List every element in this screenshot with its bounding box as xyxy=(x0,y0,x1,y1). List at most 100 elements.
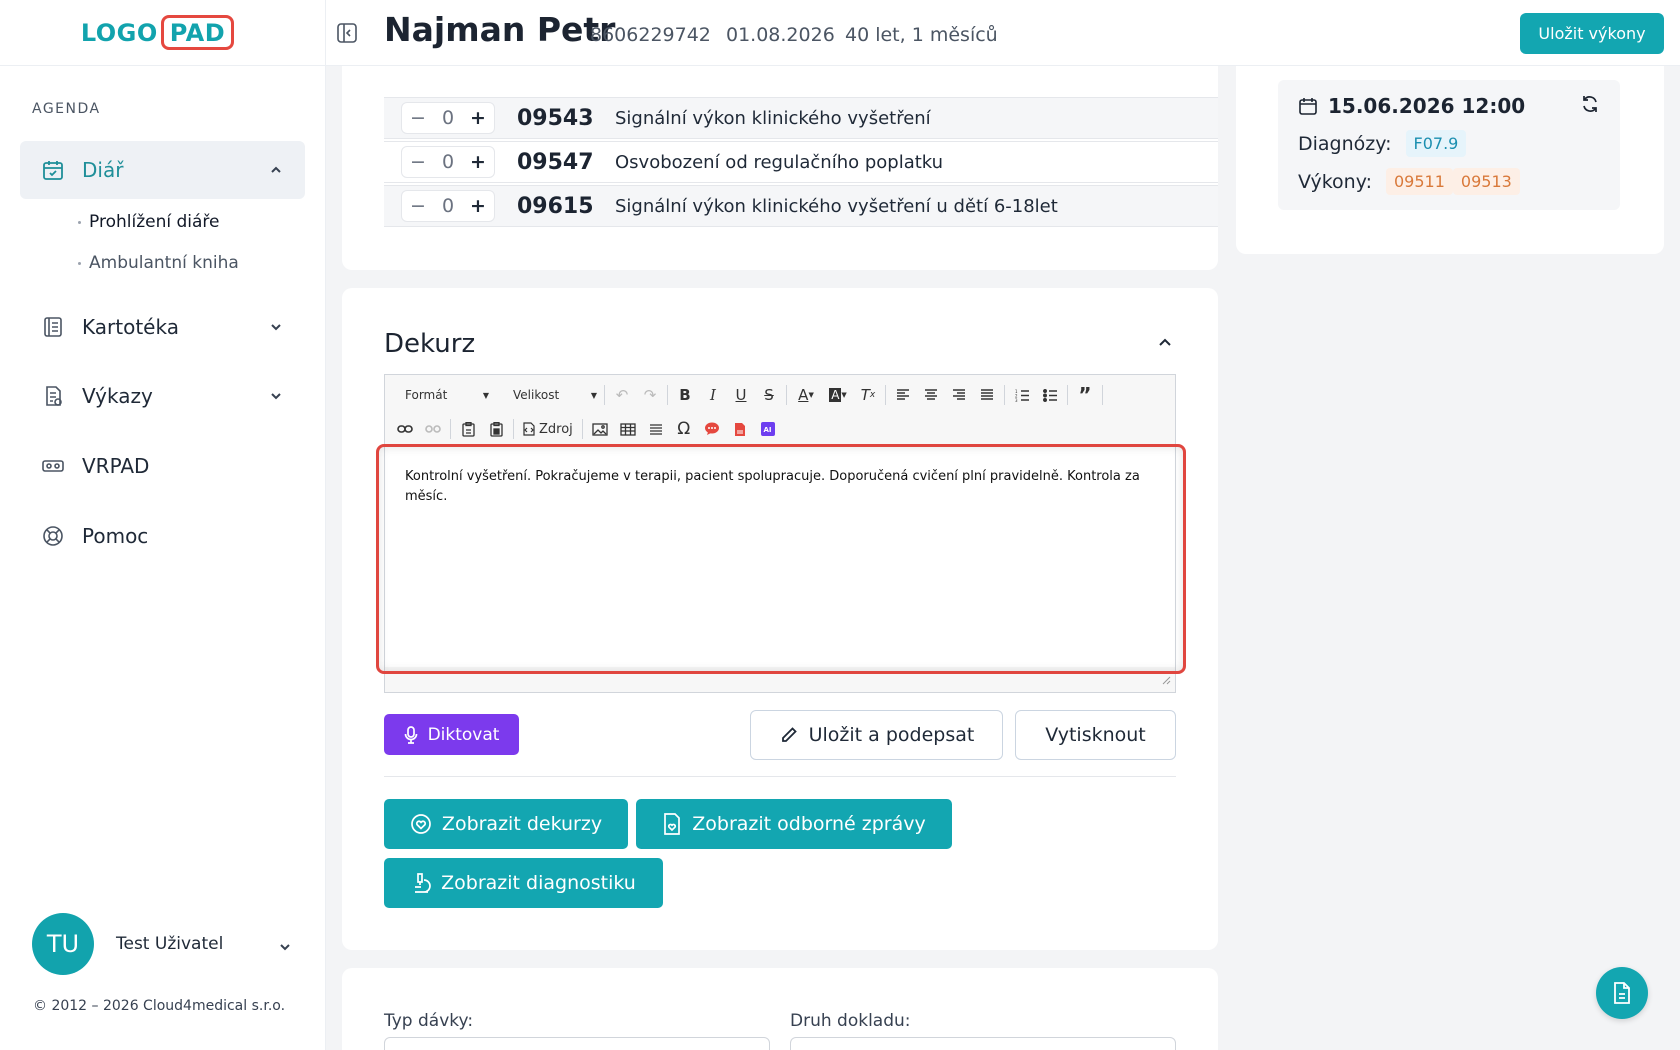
logo-text-right: PAD xyxy=(160,15,235,50)
align-left-icon[interactable] xyxy=(889,382,917,408)
redo-icon[interactable]: ↷ xyxy=(636,382,664,408)
underline-icon[interactable]: U xyxy=(727,382,755,408)
decrement-button[interactable]: − xyxy=(410,107,426,129)
sidebar-item-kartoteka[interactable]: Kartotéka xyxy=(20,298,305,356)
dictate-button[interactable]: Diktovat xyxy=(384,714,519,755)
decrement-button[interactable]: − xyxy=(410,151,426,173)
show-diagnostics-label: Zobrazit diagnostiku xyxy=(441,872,636,894)
report-icon xyxy=(40,383,66,409)
show-diagnostics-button[interactable]: Zobrazit diagnostiku xyxy=(384,858,663,908)
subnav-ambulantni-kniha[interactable]: Ambulantní kniha xyxy=(78,253,239,273)
sidebar-collapse-icon[interactable] xyxy=(336,22,358,48)
toolbar-separator xyxy=(1067,385,1068,405)
user-name: Test Uživatel xyxy=(116,934,224,954)
show-dekurzy-button[interactable]: Zobrazit dekurzy xyxy=(384,799,628,849)
sidebar-item-label: Kartotéka xyxy=(82,315,179,339)
microscope-icon xyxy=(415,873,431,893)
logo[interactable]: LOGO PAD xyxy=(81,15,235,50)
pencil-icon xyxy=(781,727,797,742)
pdf-icon[interactable] xyxy=(726,416,754,442)
header-date: 01.08.2026 xyxy=(726,24,835,46)
procedure-badge: 09513 xyxy=(1452,168,1520,195)
align-justify-icon[interactable] xyxy=(973,382,1001,408)
source-button-label: Zdroj xyxy=(539,421,573,437)
special-character-icon[interactable]: Ω xyxy=(670,416,698,442)
visit-datetime: 15.06.2026 12:00 xyxy=(1298,94,1525,118)
sidebar-item-pomoc[interactable]: Pomoc xyxy=(20,507,305,565)
subnav-prohlizeni-diare[interactable]: Prohlížení diáře xyxy=(78,212,219,232)
save-and-sign-button[interactable]: Uložit a podepsat xyxy=(750,710,1003,760)
bold-icon[interactable]: B xyxy=(671,382,699,408)
lifebuoy-icon xyxy=(40,523,66,549)
blockquote-icon[interactable]: ” xyxy=(1071,382,1099,408)
dropdown-arrow-icon: ▼ xyxy=(590,390,597,400)
image-icon[interactable] xyxy=(586,416,614,442)
horizontal-line-icon[interactable] xyxy=(642,416,670,442)
procedures-line: Výkony: 09511 09513 xyxy=(1298,168,1520,195)
paste-text-icon[interactable] xyxy=(454,416,482,442)
numbered-list-icon[interactable]: 123 xyxy=(1008,382,1036,408)
svg-text:AI: AI xyxy=(763,426,771,434)
comment-icon[interactable] xyxy=(698,416,726,442)
toolbar-separator xyxy=(581,419,583,439)
save-and-sign-label: Uložit a podepsat xyxy=(808,724,975,746)
table-icon[interactable] xyxy=(614,416,642,442)
divider xyxy=(384,776,1176,777)
user-menu[interactable]: TU Test Uživatel xyxy=(32,913,292,975)
procedure-code: 09615 xyxy=(517,193,594,219)
print-button[interactable]: Vytisknout xyxy=(1015,710,1176,760)
toolbar-separator xyxy=(885,385,886,405)
notes-fab-button[interactable] xyxy=(1596,967,1648,1019)
increment-button[interactable]: + xyxy=(470,195,486,217)
strikethrough-icon[interactable]: S xyxy=(755,382,783,408)
refresh-icon[interactable] xyxy=(1580,94,1600,118)
remove-format-icon[interactable]: Tx xyxy=(854,382,882,408)
table-row: − 0 + 09615 Signální výkon klinického vy… xyxy=(384,185,1218,227)
sidebar-item-label: Pomoc xyxy=(82,524,149,548)
resize-handle-icon[interactable] xyxy=(1161,670,1171,689)
paste-word-icon[interactable] xyxy=(482,416,510,442)
birth-number: 8606229742 xyxy=(590,24,711,46)
unlink-icon[interactable] xyxy=(419,416,447,442)
format-dropdown[interactable]: Formát ▼ xyxy=(385,382,493,408)
chevron-down-icon xyxy=(269,388,283,407)
quantity-value: 0 xyxy=(441,151,455,173)
procedure-code: 09547 xyxy=(517,149,594,175)
increment-button[interactable]: + xyxy=(470,151,486,173)
doc-type-select[interactable] xyxy=(790,1037,1176,1050)
dictate-button-label: Diktovat xyxy=(427,724,500,745)
procedure-description: Osvobození od regulačního poplatku xyxy=(615,151,944,173)
dekurz-text-area[interactable]: Kontrolní vyšetření. Pokračujeme v terap… xyxy=(385,447,1175,667)
align-center-icon[interactable] xyxy=(917,382,945,408)
collapse-chevron-icon[interactable] xyxy=(1156,334,1174,356)
decrement-button[interactable]: − xyxy=(410,195,426,217)
undo-icon[interactable]: ↶ xyxy=(608,382,636,408)
increment-button[interactable]: + xyxy=(470,107,486,129)
dekurz-title: Dekurz xyxy=(384,329,476,359)
sidebar-item-vykazy[interactable]: Výkazy xyxy=(20,367,305,425)
source-button[interactable]: Zdroj xyxy=(517,416,579,442)
quantity-stepper[interactable]: − 0 + xyxy=(401,146,495,178)
bullet-list-icon[interactable] xyxy=(1036,382,1064,408)
toolbar-separator xyxy=(604,385,605,405)
logo-area: LOGO PAD xyxy=(0,0,325,66)
toolbar-separator xyxy=(450,419,451,439)
italic-icon[interactable]: I xyxy=(699,382,727,408)
ai-icon[interactable]: AI xyxy=(754,416,782,442)
batch-type-select[interactable] xyxy=(384,1037,770,1050)
toolbar-separator xyxy=(786,385,787,405)
quantity-stepper[interactable]: − 0 + xyxy=(401,102,495,134)
quantity-stepper[interactable]: − 0 + xyxy=(401,190,495,222)
show-reports-button[interactable]: Zobrazit odborné zprávy xyxy=(636,799,952,849)
align-right-icon[interactable] xyxy=(945,382,973,408)
sidebar-item-vrpad[interactable]: VRPAD xyxy=(20,437,305,495)
diagnoses-line: Diagnózy: F07.9 xyxy=(1298,130,1467,157)
save-procedures-button[interactable]: Uložit výkony xyxy=(1520,13,1664,54)
size-dropdown[interactable]: Velikost ▼ xyxy=(493,382,601,408)
sidebar-item-diar[interactable]: Diář xyxy=(20,141,305,199)
text-color-icon[interactable]: A ▼ xyxy=(790,382,822,408)
visit-summary[interactable]: 15.06.2026 12:00 Diagnózy: F07.9 Výkony:… xyxy=(1278,80,1620,210)
background-color-icon[interactable]: A ▼ xyxy=(822,382,854,408)
link-icon[interactable] xyxy=(391,416,419,442)
patient-age: 40 let, 1 měsíců xyxy=(845,24,998,46)
